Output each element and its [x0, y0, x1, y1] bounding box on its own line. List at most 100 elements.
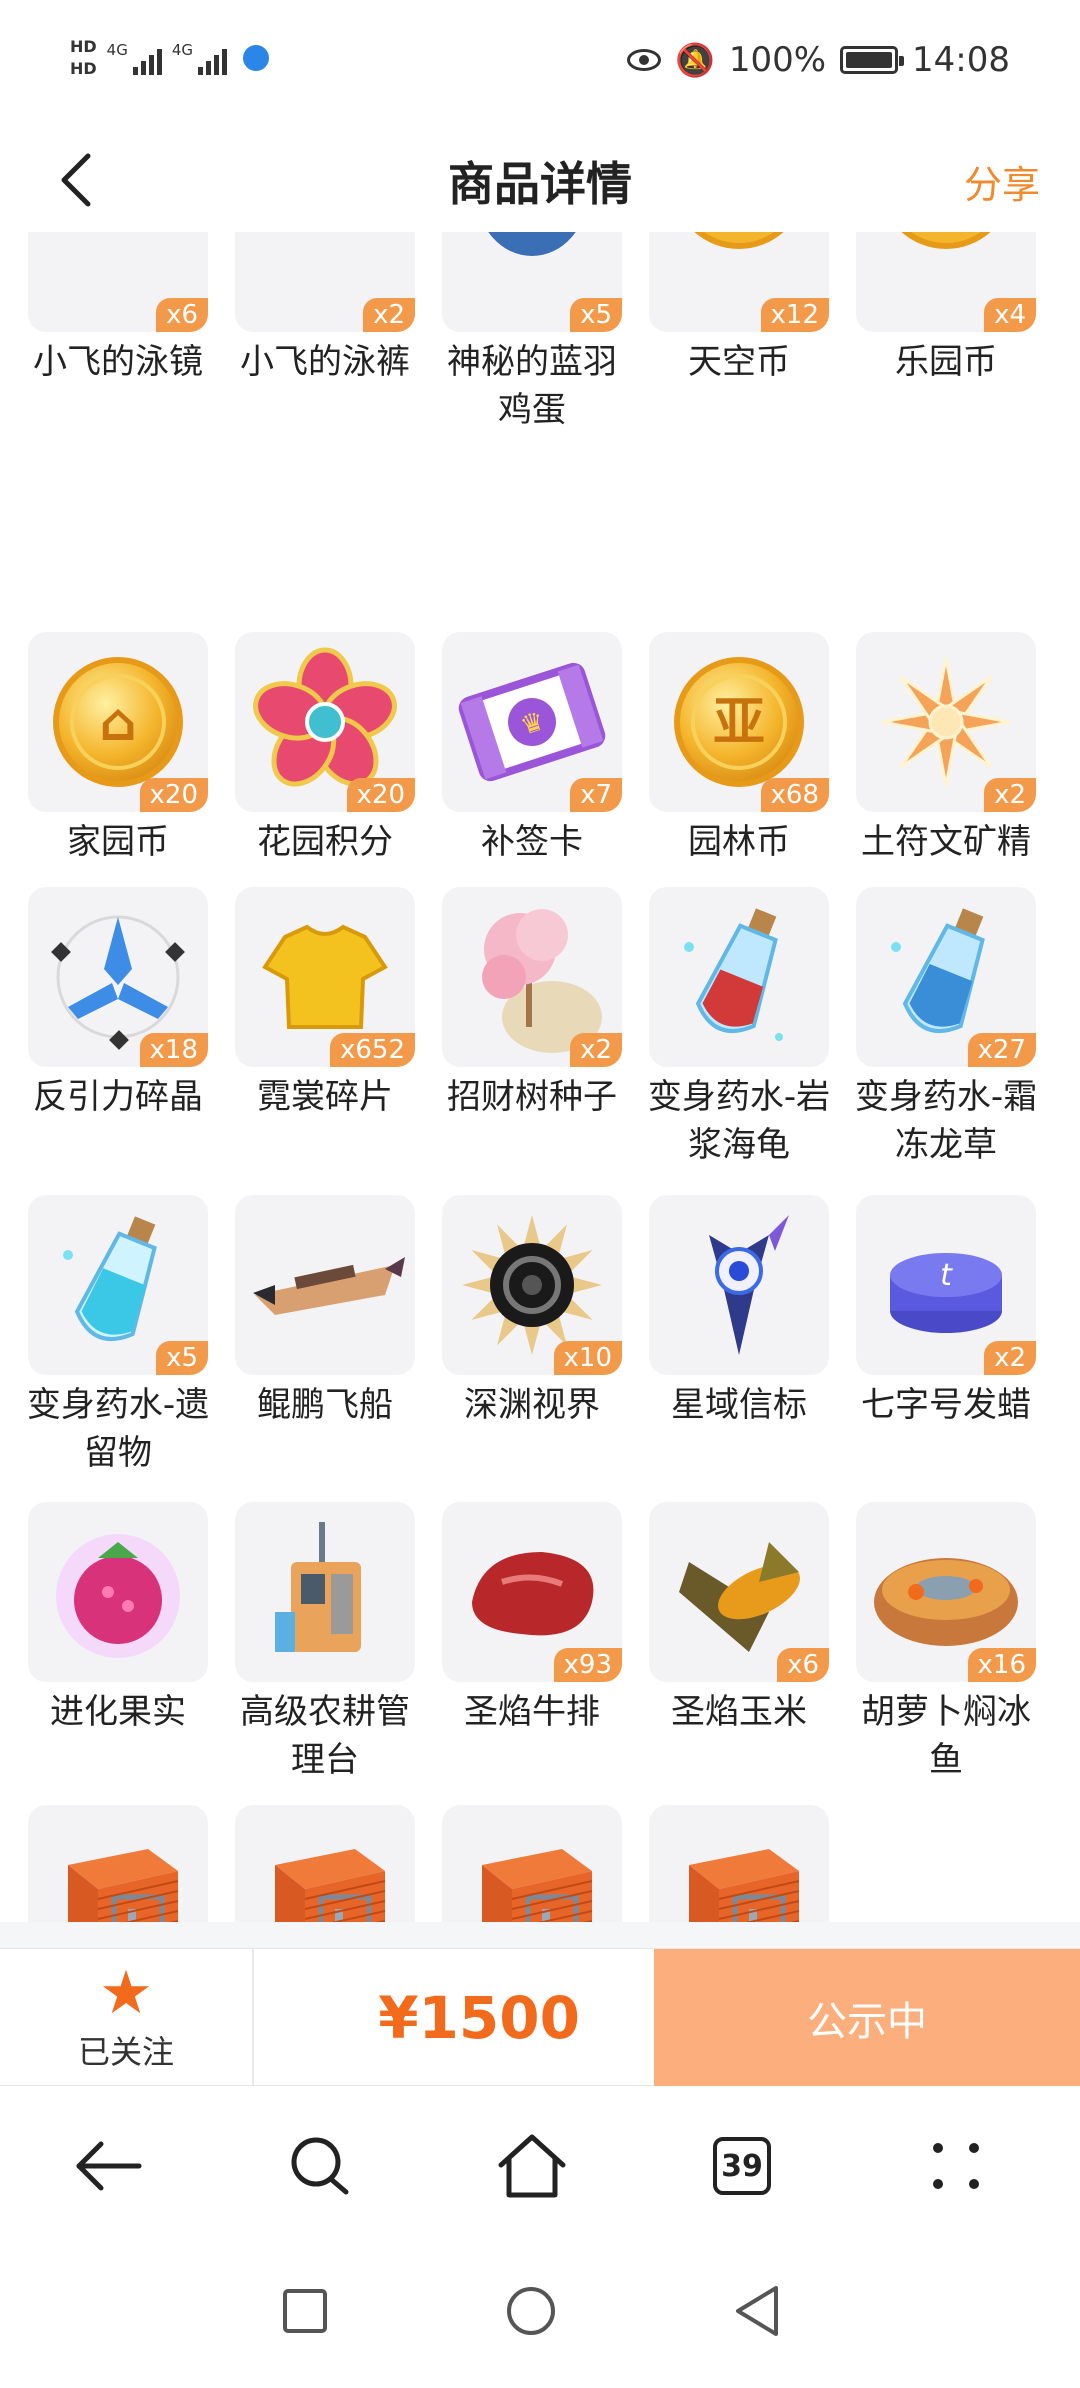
- quantity-badge: x7: [570, 778, 622, 812]
- abyss-sun-icon: x10: [442, 1194, 622, 1375]
- app-header: 商品详情 分享: [0, 130, 1080, 230]
- arrow-left-icon: [76, 2141, 142, 2191]
- browser-back-button[interactable]: [68, 2126, 148, 2206]
- potion-blue-icon: x27: [856, 887, 1036, 1067]
- grid-item[interactable]: x6 小飞的泳镜: [28, 232, 208, 386]
- grid-item[interactable]: t x2 七字号发蜡: [856, 1194, 1036, 1429]
- item-name: 园林币: [688, 822, 790, 862]
- home-nav-button[interactable]: [496, 2276, 566, 2346]
- system-navigation: [0, 2236, 1080, 2388]
- purchase-bar: ★ 已关注 ¥1500 公示中: [0, 1948, 1080, 2087]
- signal-icon-2: 4G: [172, 41, 228, 75]
- grid-item[interactable]: 高级农耕管理台: [235, 1502, 415, 1784]
- quantity-badge: x68: [760, 778, 829, 812]
- triangle-back-icon: [736, 2286, 778, 2336]
- garden-coin-icon: 亚 x68: [649, 632, 829, 812]
- section-divider: [0, 1922, 1080, 1948]
- grid-item[interactable]: x652 霓裳碎片: [235, 887, 415, 1121]
- item-row: x6 小飞的泳镜 x2 小飞的泳裤 x5 神秘的蓝羽鸡蛋 ➹x12 天空币 x4 乐园币: [28, 232, 1068, 452]
- grid-item[interactable]: 木制储物箱: [442, 1805, 622, 1922]
- battery-percent: 100%: [728, 40, 827, 80]
- search-icon: [291, 2137, 349, 2195]
- quantity-badge: x6: [777, 1648, 829, 1682]
- svg-text:t: t: [940, 1258, 953, 1293]
- item-name: 深渊视界: [464, 1384, 600, 1425]
- item-name: 乐园币: [895, 342, 997, 382]
- back-nav-button[interactable]: [722, 2276, 792, 2346]
- grid-item[interactable]: 鲲鹏飞船: [235, 1194, 415, 1429]
- item-row: x18 反引力碎晶 x652 霓裳碎片 x2 招财树种子 变身药水-岩浆海龟 x27 变身药水-…: [28, 887, 1068, 1187]
- square-icon: [283, 2289, 327, 2333]
- item-name: 霓裳碎片: [257, 1077, 393, 1117]
- grid-item[interactable]: 木制储物箱: [235, 1805, 415, 1922]
- evolution-fruit-icon: [28, 1502, 208, 1682]
- grid-item[interactable]: x18 反引力碎晶: [28, 887, 208, 1121]
- crystal-icon: x2: [856, 632, 1036, 812]
- sky-coin-icon: ➹x12: [649, 232, 829, 332]
- grid-item[interactable]: x4 乐园币: [856, 232, 1036, 386]
- quantity-badge: x2: [363, 298, 415, 332]
- follow-label: 已关注: [77, 2033, 174, 2071]
- dots-grid-icon: [933, 2143, 979, 2189]
- grid-item[interactable]: ➹x12 天空币: [649, 232, 829, 386]
- grid-item[interactable]: x16 胡萝卜焖冰鱼: [856, 1502, 1036, 1784]
- home-coin-icon: ⌂ x20: [28, 632, 208, 812]
- publicity-button[interactable]: 公示中: [654, 1949, 1080, 2087]
- grid-item[interactable]: x5 变身药水-遗留物: [27, 1194, 209, 1477]
- item-name: 圣焰玉米: [671, 1692, 807, 1732]
- wooden-chest-icon: [649, 1805, 829, 1922]
- grid-item[interactable]: 星域信标: [649, 1194, 829, 1429]
- quantity-badge: x16: [967, 1648, 1036, 1682]
- quantity-badge: x2: [984, 1340, 1036, 1375]
- grid-item[interactable]: x5 神秘的蓝羽鸡蛋: [442, 232, 622, 434]
- browser-toolbar: 39: [0, 2086, 1080, 2236]
- grid-item[interactable]: x27 变身药水-霜冻龙草: [855, 887, 1037, 1169]
- grid-item[interactable]: 变身药水-岩浆海龟: [648, 887, 830, 1169]
- status-right: 🔕 100% 14:08: [626, 40, 1010, 80]
- wooden-chest-icon: [235, 1805, 415, 1922]
- tabs-icon: 39: [713, 2137, 771, 2195]
- item-name: 变身药水-岩浆海龟: [647, 1077, 831, 1165]
- paradise-coin-icon: x4: [856, 232, 1036, 332]
- follow-button[interactable]: ★ 已关注: [0, 1949, 254, 2087]
- eye-comfort-icon: [626, 49, 661, 71]
- antigravity-shard-icon: x18: [28, 887, 208, 1067]
- potion-red-icon: [649, 887, 829, 1067]
- mute-bell-icon: 🔕: [674, 41, 715, 79]
- fish-stew-icon: x16: [856, 1502, 1036, 1682]
- item-name: 高级农耕管理台: [240, 1692, 410, 1780]
- clock: 14:08: [912, 40, 1010, 80]
- quantity-badge: x652: [329, 1033, 415, 1067]
- grid-item[interactable]: x2 小飞的泳裤: [235, 232, 415, 386]
- item-grid-viewport[interactable]: x6小飞的泳镜x2小飞的泳裤x5神秘的蓝羽鸡蛋➹x12天空币 x4 乐园币 ⌂x20家…: [0, 232, 1080, 1922]
- grid-item[interactable]: 木制储物箱: [28, 1805, 208, 1922]
- grid-item[interactable]: ♛ x7 补签卡: [442, 632, 622, 866]
- farm-console-icon: [235, 1502, 415, 1682]
- grid-item[interactable]: x2 土符文矿精: [856, 632, 1036, 866]
- browser-search-button[interactable]: [280, 2126, 360, 2206]
- grid-item[interactable]: x6 圣焰玉米: [649, 1502, 829, 1736]
- hd-indicator: HD HD: [70, 36, 97, 80]
- recents-button[interactable]: [270, 2276, 340, 2346]
- quantity-badge: x12: [760, 298, 829, 332]
- seed-bag-icon: x2: [442, 887, 622, 1067]
- grid-item[interactable]: x20 花园积分: [235, 632, 415, 866]
- battery-icon: [840, 46, 905, 74]
- hd2-label: HD: [70, 59, 97, 78]
- share-button[interactable]: 分享: [964, 154, 1040, 209]
- grid-item[interactable]: ⌂ x20 家园币: [28, 632, 208, 866]
- browser-home-button[interactable]: [492, 2126, 572, 2206]
- browser-menu-button[interactable]: [916, 2126, 996, 2206]
- grid-item[interactable]: 进化果实: [28, 1502, 208, 1736]
- grid-item[interactable]: x2 招财树种子: [442, 887, 622, 1121]
- grid-item[interactable]: x10 深渊视界: [442, 1194, 622, 1429]
- grid-item[interactable]: 亚 x68 园林币: [649, 632, 829, 866]
- quantity-badge: x2: [984, 778, 1036, 812]
- tab-count: 39: [721, 2148, 763, 2184]
- wooden-chest-icon: [28, 1805, 208, 1922]
- swim-trunks-icon: x2: [235, 232, 415, 332]
- grid-item[interactable]: 木制储物箱: [649, 1805, 829, 1922]
- potion-cyan-icon: x5: [28, 1194, 208, 1375]
- grid-item[interactable]: x93 圣焰牛排: [442, 1502, 622, 1736]
- browser-tabs-button[interactable]: 39: [702, 2126, 782, 2206]
